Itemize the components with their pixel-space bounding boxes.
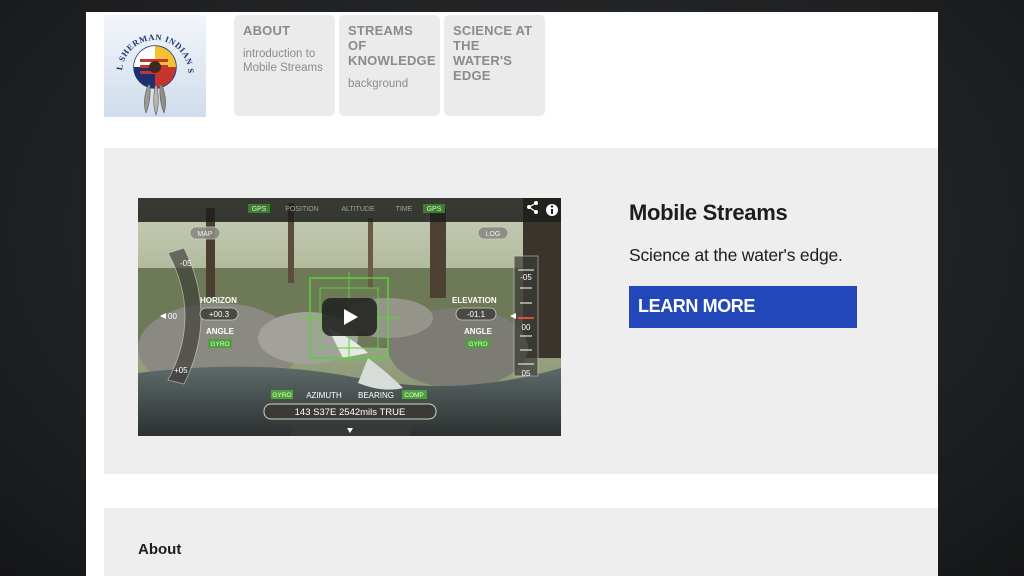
hud-gyro-left: GYRO (210, 341, 229, 348)
about-section: About (104, 508, 938, 576)
nav-streams-of-knowledge[interactable]: STREAMS OF KNOWLEDGE background (339, 15, 440, 116)
logo-emblem-icon: PASCHAL SHERMAN INDIAN SCHOOL (104, 15, 195, 116)
hud-tab-gps: GPS (252, 206, 267, 213)
hud-tab-position: POSITION (285, 206, 318, 213)
hud-bearing-readout: 143 S37E 2542mils TRUE (295, 407, 406, 418)
hud-gyro-bottom: GYRO (272, 392, 291, 399)
video-player[interactable]: GPS POSITION ALTITUDE TIME GPS MAP LOG -… (138, 198, 561, 436)
hero-subtitle: Science at the water's edge. (629, 245, 843, 265)
nav-about[interactable]: ABOUT introduction to Mobile Streams (234, 15, 335, 116)
nav-about-title: ABOUT (243, 23, 291, 38)
hud-right-bot-value: 05 (522, 369, 531, 378)
school-logo[interactable]: PASCHAL SHERMAN INDIAN SCHOOL (104, 15, 206, 117)
learn-more-button[interactable]: LEARN MORE (629, 286, 857, 328)
hud-right-top-value: -05 (520, 273, 532, 282)
hud-horizon-label: HORIZON (200, 296, 237, 305)
nav-streams-subtitle: background (348, 78, 409, 90)
hud-bearing-label: BEARING (358, 391, 394, 400)
hud-tab-time: TIME (396, 206, 413, 213)
nav-about-subtitle: introduction to Mobile Streams (243, 48, 323, 74)
hud-elevation-label: ELEVATION (452, 296, 497, 305)
nav-streams-title: STREAMS OF KNOWLEDGE (348, 23, 436, 68)
hud-tab-altitude: ALTITUDE (341, 206, 375, 213)
hud-gyro-right: GYRO (468, 341, 487, 348)
about-heading: About (138, 541, 182, 558)
hero-title: Mobile Streams (629, 200, 788, 225)
hud-left-mid-value: 00 (168, 312, 177, 321)
hud-comp-label: COMP (404, 392, 424, 399)
hud-map-button: MAP (197, 231, 213, 238)
nav-science-at-waters-edge[interactable]: SCIENCE AT THE WATER'S EDGE (444, 15, 545, 116)
web-page: PASCHAL SHERMAN INDIAN SCHOOL ABOUT intr… (86, 12, 938, 576)
hud-elevation-value: -01.1 (467, 310, 486, 319)
play-icon[interactable] (322, 298, 377, 336)
hero-section: GPS POSITION ALTITUDE TIME GPS MAP LOG -… (104, 148, 938, 474)
hud-log-button: LOG (486, 231, 501, 238)
info-icon[interactable] (546, 204, 558, 216)
nav-science-title: SCIENCE AT THE WATER'S EDGE (453, 23, 533, 83)
hud-left-bot-value: +05 (174, 366, 188, 375)
hud-tab-gps-2: GPS (427, 206, 442, 213)
hud-angle-left-label: ANGLE (206, 327, 235, 336)
hud-left-top-value: -05 (180, 259, 192, 268)
video-thumbnail: GPS POSITION ALTITUDE TIME GPS MAP LOG -… (138, 198, 561, 436)
hud-angle-right-label: ANGLE (464, 327, 493, 336)
hud-horizon-value: +00.3 (209, 310, 230, 319)
hud-right-mid-value: 00 (522, 323, 531, 332)
hud-azimuth-label: AZIMUTH (306, 391, 342, 400)
